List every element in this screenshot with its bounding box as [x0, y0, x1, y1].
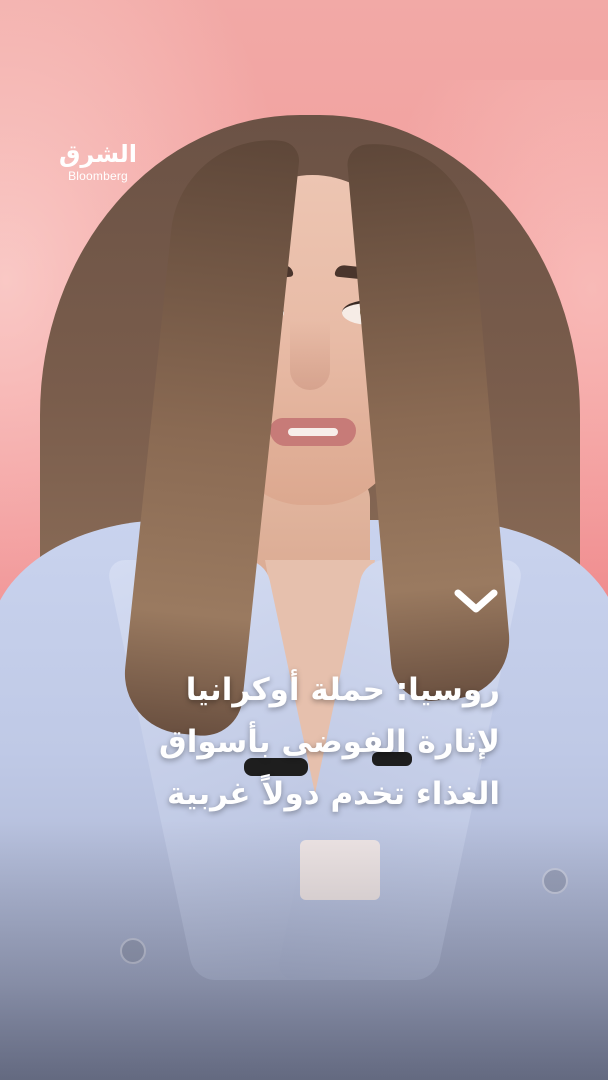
headline-line-3: الغذاء تخدم دولاً غربية: [167, 776, 500, 812]
headline-line-2: لإثارة الفوضى بأسواق: [159, 724, 500, 760]
nose: [290, 320, 330, 390]
chevron-down-icon[interactable]: [452, 585, 500, 617]
channel-logo: الشرق Bloomberg: [58, 140, 138, 184]
headline-line-1: روسيا: حملة أوكرانيا: [185, 672, 500, 708]
headline: روسيا: حملة أوكرانيا لإثارة الفوضى بأسوا…: [80, 664, 500, 820]
teeth: [288, 428, 338, 436]
bottom-shade: [0, 820, 608, 1080]
logo-latin-text: Bloomberg: [68, 169, 128, 183]
video-frame: الشرق Bloomberg روسيا: حملة أوكرانيا لإث…: [0, 0, 608, 1080]
logo-arabic-text: الشرق: [58, 140, 138, 168]
